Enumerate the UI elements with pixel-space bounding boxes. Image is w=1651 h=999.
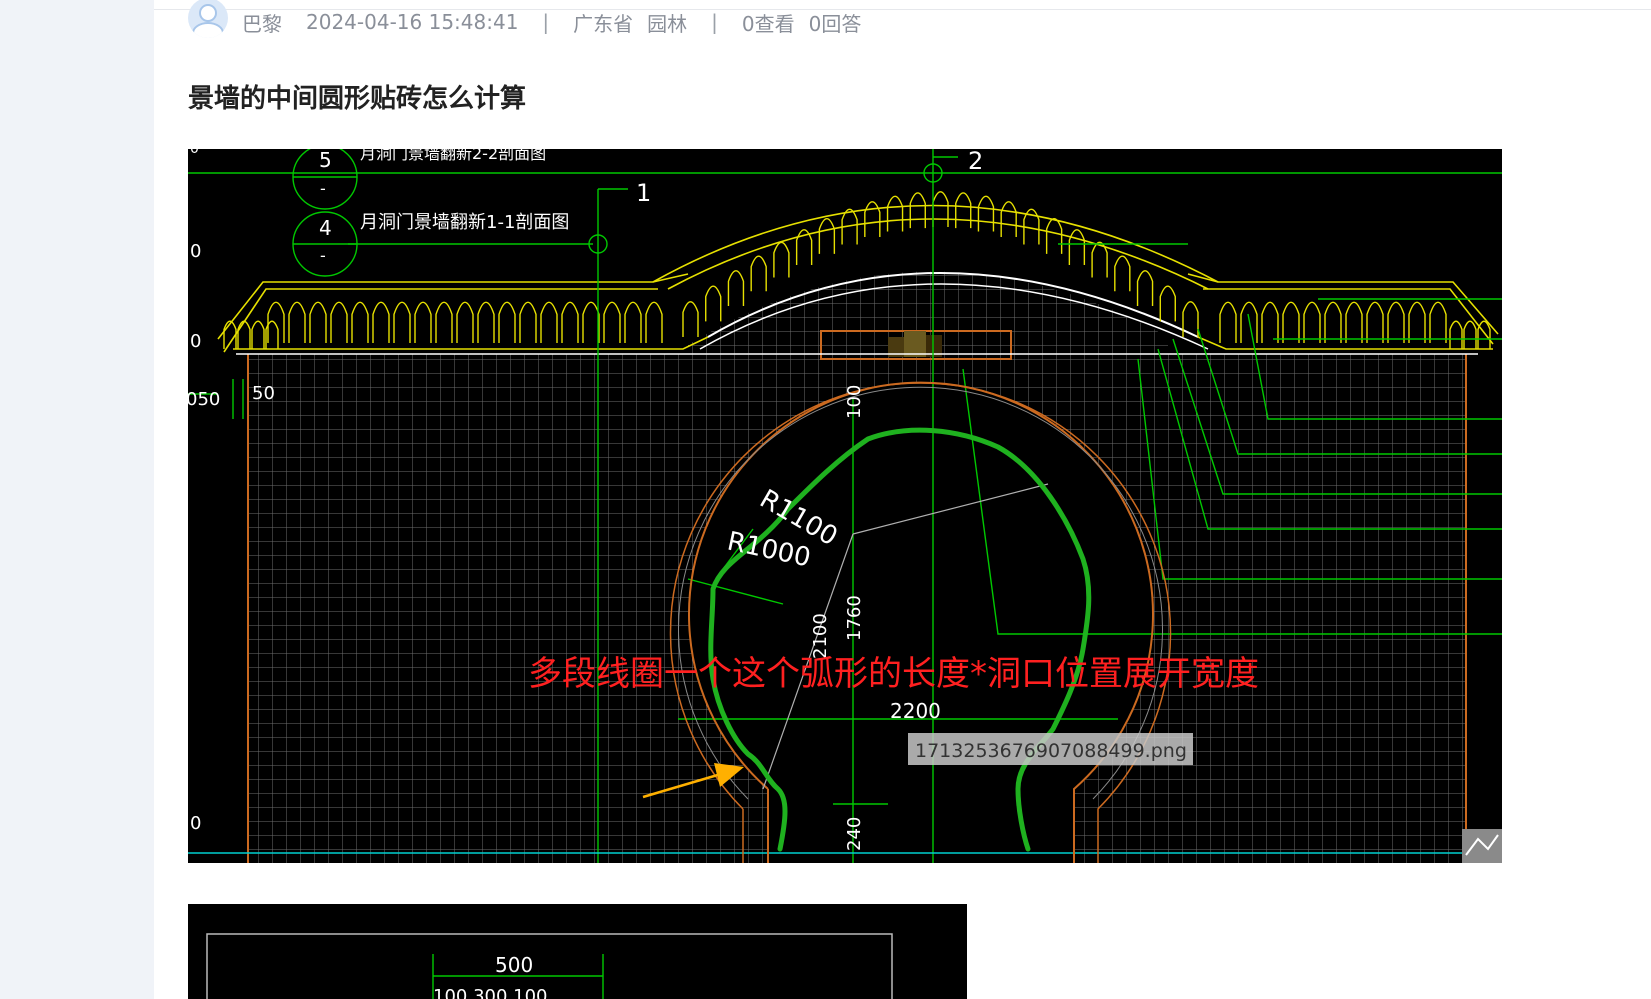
roof-tile <box>1345 301 1363 343</box>
roof-tile <box>477 301 495 343</box>
roof-tile <box>1303 301 1321 343</box>
circle-number-4: 4 <box>319 216 332 240</box>
roof-tile <box>818 218 836 254</box>
roof-tile <box>582 301 600 343</box>
roof-tile <box>393 301 411 343</box>
roof-tile <box>1045 218 1063 254</box>
meta-separator: | <box>542 10 550 34</box>
dim-100: 100 <box>844 385 865 419</box>
roof-tile <box>288 301 306 343</box>
roof-tile <box>864 201 881 237</box>
roof-tile <box>435 301 453 343</box>
dim-row: 100 300 100 <box>433 986 548 999</box>
post-title: 景墙的中间圆形贴砖怎么计算 <box>188 84 527 114</box>
roof-tile <box>456 301 474 343</box>
roof-tile <box>498 301 516 343</box>
author-name[interactable]: 巴黎 <box>242 8 282 37</box>
post-timestamp: 2024-04-16 15:48:41 <box>306 10 519 34</box>
meta-separator: | <box>711 10 718 34</box>
left-edge-2: 0 <box>190 331 201 352</box>
roof-tile <box>1408 301 1426 343</box>
roof-tile <box>1068 229 1086 265</box>
post-image-cad-drawing[interactable]: 月洞门景墙翻新2-2剖面图 月洞门景墙翻新1-1剖面图 5 - 4 - 1 2 … <box>188 149 1502 863</box>
roof-tile <box>1429 301 1447 343</box>
roof-tile <box>1449 320 1463 349</box>
roof-tile <box>330 301 348 343</box>
roof-tile <box>624 301 642 343</box>
roof-tile <box>955 192 972 229</box>
roof-tile <box>1463 320 1477 349</box>
dim-2100: 2100 <box>810 613 831 659</box>
dim-050: 050 <box>188 389 220 410</box>
roof-tile <box>561 301 579 343</box>
roof-tile <box>603 301 621 343</box>
post-province: 广东省 <box>573 11 634 36</box>
roof-tile <box>977 195 995 232</box>
roof-tile <box>682 301 699 337</box>
axis-mark-1: 1 <box>636 179 651 207</box>
roof-tile <box>251 320 265 349</box>
roof-tile <box>1366 301 1384 343</box>
dim-50: 50 <box>252 383 275 404</box>
axis-mark-2: 2 <box>968 149 983 175</box>
image-thumbnail-icon[interactable] <box>1462 829 1502 863</box>
view-count: 0查看 <box>741 11 795 36</box>
circle-dash-4: - <box>320 246 326 265</box>
filename-tooltip: 1713253676907088499.png <box>915 740 1187 762</box>
roof-tile <box>886 195 904 232</box>
roof-tile <box>540 301 558 343</box>
roof-tile <box>309 301 327 343</box>
roof-tile <box>414 301 432 343</box>
roof-tile <box>1324 301 1342 343</box>
post-image-cad-detail[interactable]: 500 100 300 100 <box>188 904 967 999</box>
avatar-head-icon <box>199 4 217 22</box>
red-annotation: 多段线圈一个这个弧形的长度*洞口位置展开宽度 <box>528 654 1259 694</box>
roof-tile <box>223 320 237 349</box>
post-category[interactable]: 园林 <box>647 8 687 37</box>
roof-tile <box>237 320 251 349</box>
roof-tile <box>1136 270 1154 307</box>
post-meta: 巴黎 2024-04-16 15:48:41 | 广东省 园林 | 0查看 0回… <box>188 0 862 40</box>
roof-tile <box>1387 301 1405 343</box>
roof-tile <box>351 301 369 343</box>
roof-tile <box>773 241 790 278</box>
left-gutter <box>0 0 154 999</box>
roof-tile <box>1000 201 1017 237</box>
left-edge-1: 0 <box>190 241 201 262</box>
roof-tile <box>372 301 390 343</box>
section-label-5: 月洞门景墙翻新2-2剖面图 <box>360 149 546 163</box>
wall-tile-grid <box>248 271 1466 863</box>
roof-tile <box>909 192 926 229</box>
left-edge-3: 0 <box>190 813 201 834</box>
roof-tile <box>1114 255 1131 292</box>
avatar[interactable] <box>188 0 228 38</box>
roof-tile <box>645 301 663 343</box>
left-edge-4: 0 <box>190 149 199 157</box>
roof-tile <box>727 270 745 307</box>
dim-2200: 2200 <box>890 699 941 723</box>
circle-dash-5: - <box>320 179 326 198</box>
roof-tile <box>750 255 767 292</box>
avatar-body-icon <box>192 22 224 38</box>
roof-tile <box>1219 301 1237 343</box>
roof-tile <box>1477 320 1491 349</box>
section-label-4: 月洞门景墙翻新1-1剖面图 <box>360 212 569 233</box>
answer-count: 0回答 <box>808 11 862 36</box>
dim-240: 240 <box>844 817 865 851</box>
roof-tile <box>1282 301 1300 343</box>
roof-tile <box>519 301 537 343</box>
dim-1760: 1760 <box>844 595 865 641</box>
roof-tile <box>1261 301 1279 343</box>
roof-tile <box>932 191 949 227</box>
roof-tile <box>1091 241 1108 278</box>
circle-number-5: 5 <box>319 149 332 172</box>
dim-500: 500 <box>495 953 533 977</box>
roof-tile <box>1159 285 1176 322</box>
roof-tile <box>705 285 722 322</box>
